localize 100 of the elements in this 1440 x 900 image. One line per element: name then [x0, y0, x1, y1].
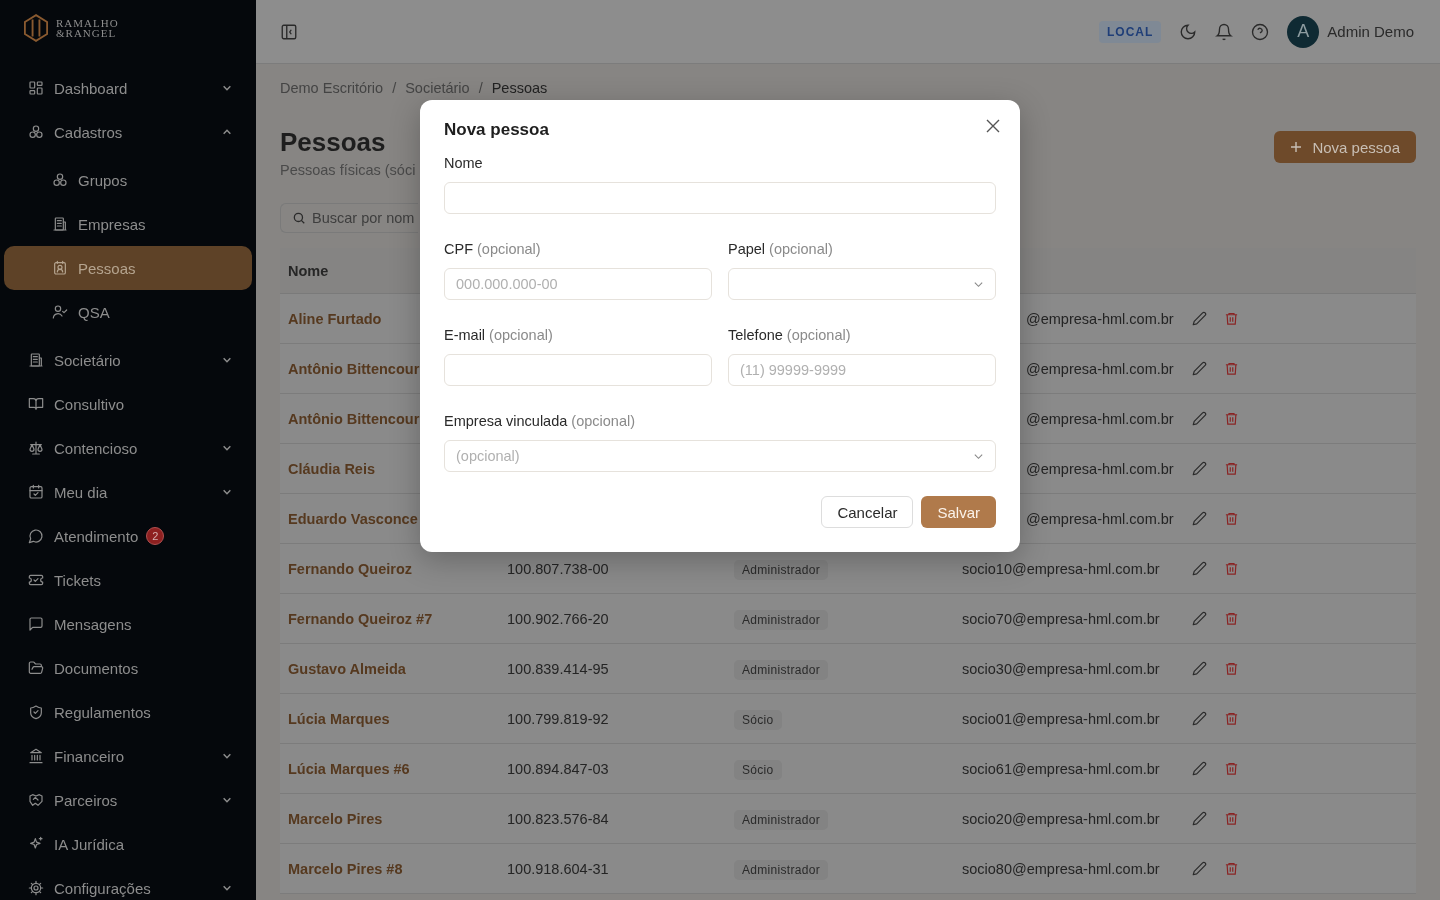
input-field[interactable]: (11) 99999-9999 [728, 354, 996, 386]
save-button[interactable]: Salvar [921, 496, 996, 528]
building-icon [52, 216, 68, 232]
sidebar-item[interactable]: Financeiro [4, 734, 252, 778]
breadcrumb-link[interactable]: Societário [405, 80, 470, 96]
pencil-icon[interactable] [1192, 361, 1207, 376]
table-cell: @empresa-hml.com.br [1026, 410, 1174, 427]
new-person-button[interactable]: Nova pessoa [1274, 131, 1416, 163]
sidebar-subitem[interactable]: QSA [4, 290, 252, 334]
chevron-down-icon [222, 83, 232, 93]
pencil-icon[interactable] [1192, 411, 1207, 426]
pencil-icon[interactable] [1192, 511, 1207, 526]
table-cell: 100.839.414-95 [507, 660, 609, 677]
trash-icon[interactable] [1224, 511, 1239, 526]
sidebar-item-label: Parceiros [54, 791, 118, 809]
input-field[interactable] [444, 354, 712, 386]
person-name-link[interactable]: Marcelo Pires #8 [280, 860, 507, 877]
field-label: Nome [444, 155, 483, 171]
bank-icon [28, 748, 44, 764]
chevron-down-icon [222, 443, 232, 453]
sidebar-item[interactable]: Consultivo [4, 382, 252, 426]
sidebar-item-label: Empresas [78, 215, 146, 233]
sidebar-toggle-icon[interactable] [280, 22, 298, 41]
search-field[interactable]: Buscar por nom [280, 203, 418, 233]
environment-badge: LOCAL [1098, 20, 1162, 43]
close-icon[interactable] [986, 119, 1000, 133]
input-field[interactable] [444, 182, 996, 214]
sidebar-item[interactable]: Documentos [4, 646, 252, 690]
trash-icon[interactable] [1224, 411, 1239, 426]
breadcrumb-current: Pessoas [491, 80, 548, 96]
pencil-icon[interactable] [1192, 811, 1207, 826]
sidebar-item-label: IA Jurídica [54, 835, 125, 853]
bell-icon[interactable] [1215, 22, 1234, 41]
pencil-icon[interactable] [1192, 711, 1207, 726]
pencil-icon[interactable] [1192, 311, 1207, 326]
breadcrumb-separator: / [392, 80, 397, 96]
sidebar-item[interactable]: Regulamentos [4, 690, 252, 734]
sidebar-item[interactable]: Configurações [4, 866, 252, 900]
sidebar-item[interactable]: Contencioso [4, 426, 252, 470]
shield-icon [28, 704, 44, 720]
moon-icon[interactable] [1179, 22, 1198, 41]
breadcrumb-separator: / [478, 80, 483, 96]
user-avatar[interactable]: A [1287, 15, 1320, 48]
person-name-link[interactable]: Lúcia Marques #6 [280, 760, 507, 777]
sidebar-item[interactable]: Societário [4, 338, 252, 382]
help-icon[interactable] [1251, 22, 1270, 41]
sidebar-item[interactable]: Meu dia [4, 470, 252, 514]
table-cell: 100.902.766-20 [507, 610, 609, 627]
contact-card-icon [52, 260, 68, 276]
select-field[interactable] [728, 268, 996, 300]
pencil-icon[interactable] [1192, 861, 1207, 876]
sidebar-item[interactable]: Dashboard [4, 66, 252, 110]
pencil-icon[interactable] [1192, 461, 1207, 476]
sidebar-item[interactable]: Atendimento 2 [4, 514, 252, 558]
optional-hint: (opcional) [489, 327, 553, 343]
trash-icon[interactable] [1224, 311, 1239, 326]
optional-hint: (opcional) [571, 413, 635, 429]
pencil-icon[interactable] [1192, 561, 1207, 576]
pencil-icon[interactable] [1192, 611, 1207, 626]
sidebar-item[interactable]: Mensagens [4, 602, 252, 646]
message-icon [28, 616, 44, 632]
trash-icon[interactable] [1224, 611, 1239, 626]
breadcrumb-link[interactable]: Demo Escritório [280, 80, 384, 96]
person-name-link[interactable]: Gustavo Almeida [280, 660, 507, 677]
optional-hint: (opcional) [769, 241, 833, 257]
trash-icon[interactable] [1224, 361, 1239, 376]
trash-icon[interactable] [1224, 811, 1239, 826]
person-name-link[interactable]: Fernando Queiroz [280, 560, 507, 577]
settings-icon [28, 880, 44, 896]
pencil-icon[interactable] [1192, 761, 1207, 776]
trash-icon[interactable] [1224, 861, 1239, 876]
person-name-link[interactable]: Marcelo Pires [280, 810, 507, 827]
logo-icon [24, 13, 48, 43]
table-cell: 100.823.576-84 [507, 810, 609, 827]
sidebar-item[interactable]: IA Jurídica [4, 822, 252, 866]
sidebar-item[interactable]: Parceiros [4, 778, 252, 822]
input-field[interactable]: 000.000.000-00 [444, 268, 712, 300]
role-tag: Administrador [734, 809, 828, 830]
sidebar-subitem[interactable]: Empresas [4, 202, 252, 246]
sidebar-item-label: Regulamentos [54, 703, 151, 721]
trash-icon[interactable] [1224, 661, 1239, 676]
sidebar-subitem[interactable]: Pessoas [4, 246, 252, 290]
trash-icon[interactable] [1224, 761, 1239, 776]
trash-icon[interactable] [1224, 711, 1239, 726]
ticket-icon [28, 572, 44, 588]
person-name-link[interactable]: Fernando Queiroz #7 [280, 610, 507, 627]
sidebar-item[interactable]: Cadastros [4, 110, 252, 154]
trash-icon[interactable] [1224, 561, 1239, 576]
trash-icon[interactable] [1224, 461, 1239, 476]
cancel-button[interactable]: Cancelar [821, 496, 914, 528]
sidebar-item[interactable]: Tickets [4, 558, 252, 602]
search-icon [292, 211, 306, 225]
count-badge: 2 [146, 527, 165, 545]
sidebar-item-label: Dashboard [54, 79, 128, 97]
sidebar-subitem[interactable]: Grupos [4, 158, 252, 202]
book-icon [28, 396, 44, 412]
logo-text: &RANGEL [56, 28, 118, 38]
person-name-link[interactable]: Lúcia Marques [280, 710, 507, 727]
pencil-icon[interactable] [1192, 661, 1207, 676]
field-label: Papel [728, 241, 766, 257]
